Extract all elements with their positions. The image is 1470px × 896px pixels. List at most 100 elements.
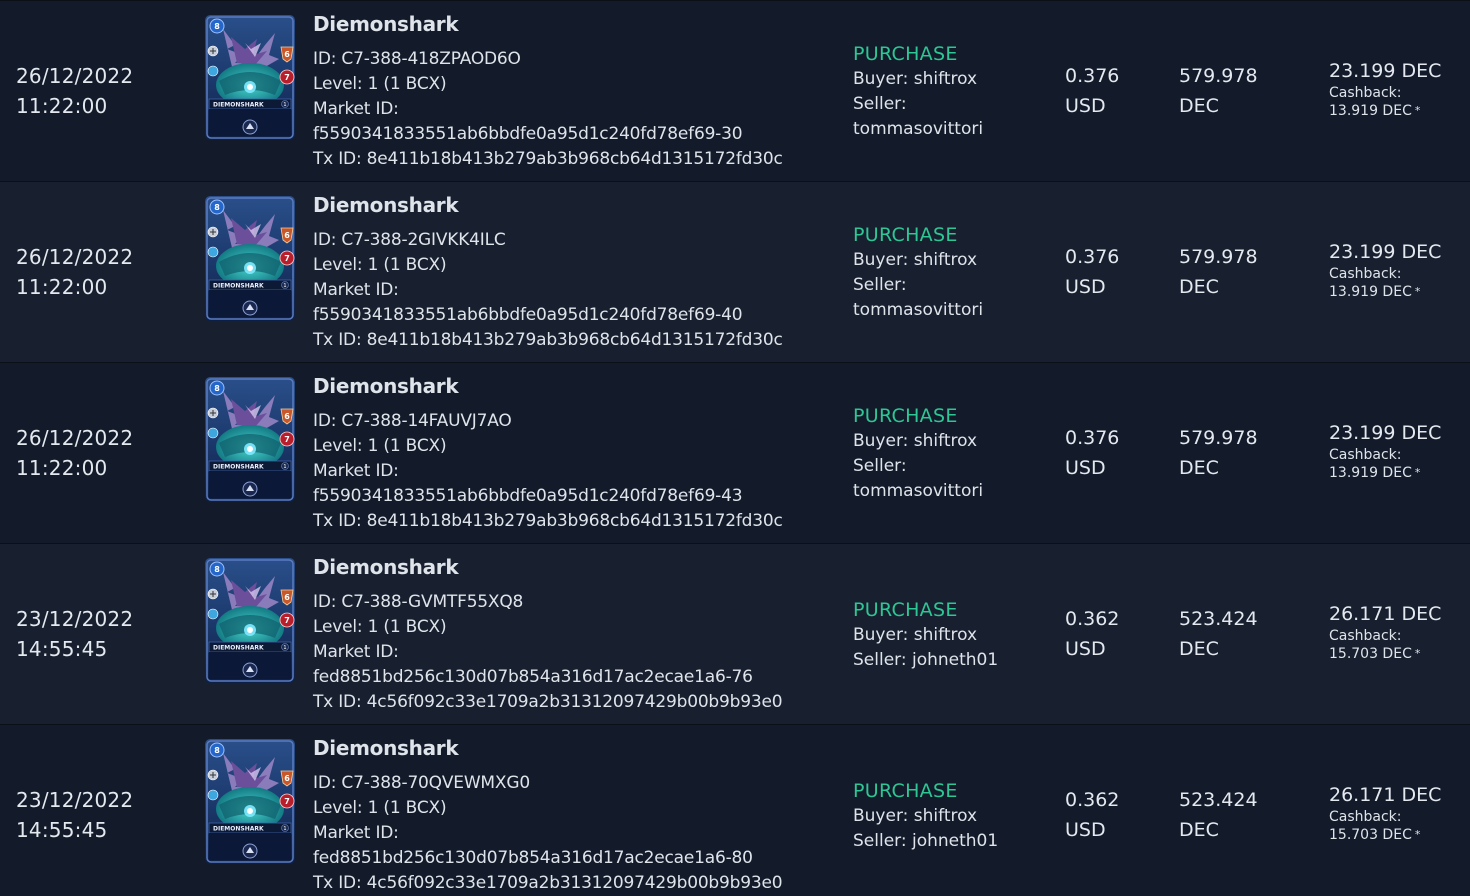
market-id-label: Market ID: [313,99,399,119]
card-image[interactable]: DIEMONSHARK 1 8 6 7 [205,196,295,321]
transaction-details: PURCHASE Buyer: shiftrox Seller: johneth… [853,597,1043,673]
price-dec-unit: DEC [1179,819,1219,841]
cashback-asterisk[interactable]: * [1415,285,1421,298]
tx-id: Tx ID: 4c56f092c33e1709a2b31312097429b00… [313,873,783,893]
svg-text:8: 8 [214,746,220,755]
card-uid: ID: C7-388-418ZPAOD6O [313,49,521,69]
card-uid: ID: C7-388-2GIVKK4ILC [313,230,506,250]
cashback-asterisk[interactable]: * [1415,104,1421,117]
buyer: Buyer: shiftrox [853,250,978,270]
card-name: Diemonshark [313,374,459,398]
price-usd-unit: USD [1065,819,1106,841]
market-id-value: fed8851bd256c130d07b854a316d17ac2ecae1a6… [313,848,753,868]
svg-text:1: 1 [283,826,286,832]
sale-date-time: 11:22:00 [16,94,108,118]
tx-id: Tx ID: 8e411b18b413b279ab3b968cb64d13151… [313,149,783,169]
svg-text:6: 6 [284,774,290,783]
tx-id: Tx ID: 8e411b18b413b279ab3b968cb64d13151… [313,511,783,531]
card-info: Diemonshark ID: C7-388-418ZPAOD6O Level:… [313,11,833,172]
price-dec-value: 523.424 [1179,608,1258,630]
transaction-type: PURCHASE [853,224,958,246]
cashback-amount: 15.703 DEC [1329,646,1412,662]
market-id-label: Market ID: [313,642,399,662]
svg-text:8: 8 [214,22,220,31]
price-usd-value: 0.376 [1065,65,1120,87]
price-usd-unit: USD [1065,638,1106,660]
cashback-label: Cashback: [1329,447,1402,463]
transaction-details: PURCHASE Buyer: shiftrox Seller: tommaso… [853,222,1043,323]
svg-text:1: 1 [283,464,286,470]
svg-text:6: 6 [284,412,290,421]
seller: Seller: johneth01 [853,831,999,851]
price-dec: 523.424 DEC [1179,604,1258,664]
card-image[interactable]: DIEMONSHARK 1 8 6 7 [205,377,295,502]
card-image[interactable]: DIEMONSHARK 1 8 6 7 [205,558,295,683]
transaction-details: PURCHASE Buyer: shiftrox Seller: tommaso… [853,403,1043,504]
card-uid: ID: C7-388-GVMTF55XQ8 [313,592,524,612]
card-info: Diemonshark ID: C7-388-70QVEWMXG0 Level:… [313,735,833,896]
sale-date: 23/12/2022 14:55:45 [16,785,133,845]
svg-text:1: 1 [283,645,286,651]
sale-row: 23/12/2022 14:55:45 DIEMONSHARK 1 8 6 7 [0,724,1470,896]
svg-text:7: 7 [284,797,290,806]
sale-date-time: 14:55:45 [16,818,108,842]
sale-date-day: 23/12/2022 [16,607,134,631]
card-level: Level: 1 (1 BCX) [313,74,447,94]
price-dec-value: 579.978 [1179,65,1258,87]
cashback-label: Cashback: [1329,628,1402,644]
cashback-value: 15.703 DEC * [1329,826,1441,844]
sale-date: 26/12/2022 11:22:00 [16,61,133,121]
fee-total: 26.171 DEC Cashback: 15.703 DEC * [1329,782,1441,844]
sales-history-table: 26/12/2022 11:22:00 DIEMONSHARK 1 8 6 7 [0,0,1470,896]
sale-date-day: 26/12/2022 [16,426,134,450]
market-id-value: f5590341833551ab6bbdfe0a95d1c240fd78ef69… [313,124,743,144]
buyer: Buyer: shiftrox [853,431,978,451]
cashback-asterisk[interactable]: * [1415,647,1421,660]
price-usd: 0.362 USD [1065,785,1119,845]
sale-date: 23/12/2022 14:55:45 [16,604,133,664]
card-info: Diemonshark ID: C7-388-2GIVKK4ILC Level:… [313,192,833,353]
svg-text:8: 8 [214,565,220,574]
sale-date-day: 26/12/2022 [16,245,134,269]
card-name: Diemonshark [313,555,459,579]
cashback-amount: 15.703 DEC [1329,827,1412,843]
buyer: Buyer: shiftrox [853,69,978,89]
price-dec-value: 579.978 [1179,246,1258,268]
price-usd: 0.376 USD [1065,242,1119,302]
cashback-asterisk[interactable]: * [1415,466,1421,479]
svg-text:7: 7 [284,435,290,444]
card-uid: ID: C7-388-14FAUVJ7AO [313,411,512,431]
card-image[interactable]: DIEMONSHARK 1 8 6 7 [205,739,295,864]
cashback-value: 15.703 DEC * [1329,645,1441,663]
transaction-type: PURCHASE [853,43,958,65]
card-info: Diemonshark ID: C7-388-GVMTF55XQ8 Level:… [313,554,833,715]
card-name: Diemonshark [313,193,459,217]
card-image[interactable]: DIEMONSHARK 1 8 6 7 [205,15,295,140]
svg-text:7: 7 [284,616,290,625]
cashback-asterisk[interactable]: * [1415,828,1421,841]
seller-label: Seller: [853,94,907,114]
cashback-label: Cashback: [1329,809,1402,825]
fee-amount: 23.199 DEC [1329,60,1442,82]
price-dec-value: 523.424 [1179,789,1258,811]
transaction-details: PURCHASE Buyer: shiftrox Seller: johneth… [853,778,1043,854]
market-id-label: Market ID: [313,280,399,300]
price-usd-value: 0.376 [1065,427,1120,449]
cashback-label: Cashback: [1329,85,1402,101]
fee-amount: 26.171 DEC [1329,603,1442,625]
price-usd-unit: USD [1065,457,1106,479]
sale-date-day: 23/12/2022 [16,788,134,812]
transaction-type: PURCHASE [853,405,958,427]
seller-label: Seller: [853,275,907,295]
cashback-amount: 13.919 DEC [1329,465,1412,481]
card-level: Level: 1 (1 BCX) [313,436,447,456]
sale-date: 26/12/2022 11:22:00 [16,423,133,483]
svg-text:DIEMONSHARK: DIEMONSHARK [213,826,264,833]
svg-text:DIEMONSHARK: DIEMONSHARK [213,102,264,109]
card-level: Level: 1 (1 BCX) [313,798,447,818]
market-id-value: f5590341833551ab6bbdfe0a95d1c240fd78ef69… [313,305,743,325]
card-name: Diemonshark [313,736,459,760]
price-dec: 579.978 DEC [1179,423,1258,483]
svg-text:6: 6 [284,593,290,602]
cashback-value: 13.919 DEC * [1329,102,1441,120]
